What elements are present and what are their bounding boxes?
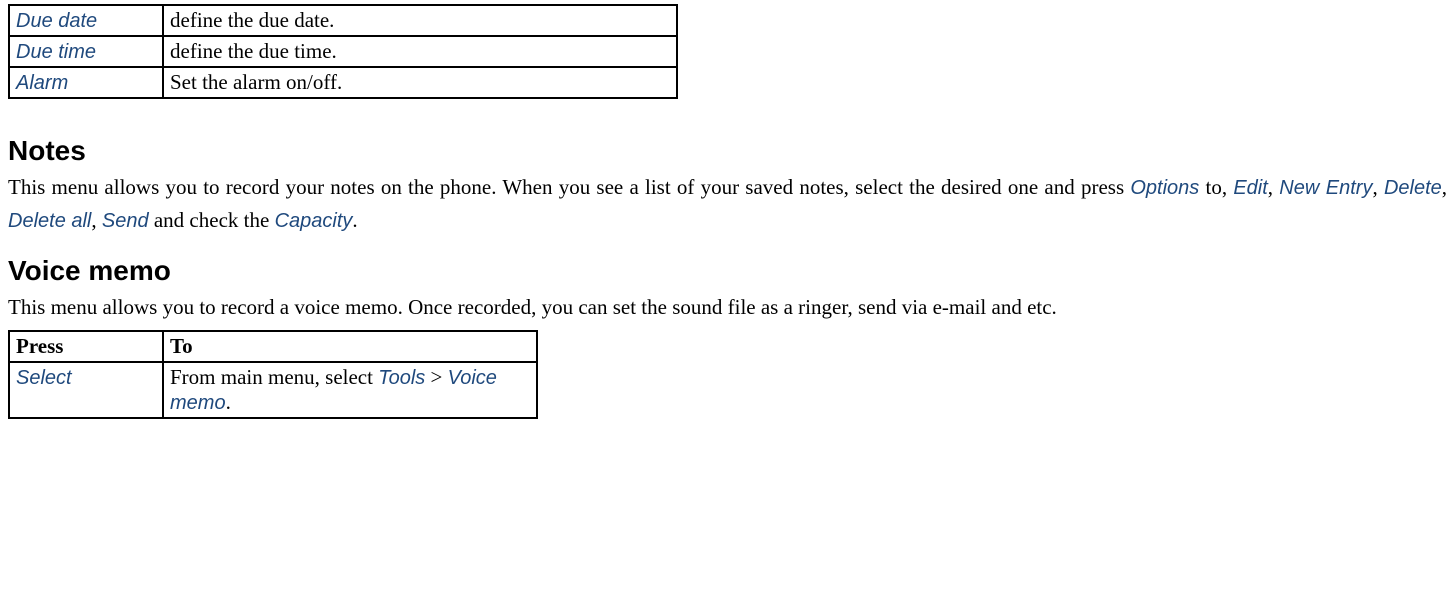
delete-label: Delete [1384, 177, 1442, 199]
voice-memo-paragraph: This menu allows you to record a voice m… [8, 291, 1447, 324]
row-desc: Set the alarm on/off. [170, 70, 342, 94]
voice-memo-heading: Voice memo [8, 255, 1447, 287]
table-row: Alarm Set the alarm on/off. [9, 67, 677, 98]
press-header: Press [16, 334, 63, 358]
row-desc: define the due time. [170, 39, 337, 63]
breadcrumb-separator: > [425, 365, 447, 389]
table-row: Select From main menu, select Tools > Vo… [9, 362, 537, 418]
delete-all-label: Delete all [8, 210, 91, 232]
options-label: Options [1130, 177, 1199, 199]
capacity-label: Capacity [275, 210, 353, 232]
tools-label: Tools [378, 367, 425, 389]
separator: , [91, 208, 102, 232]
voice-desc-tail: . [226, 390, 231, 414]
separator: , [1268, 175, 1279, 199]
row-label: Due date [16, 10, 97, 32]
notes-text: This menu allows you to record your note… [8, 175, 1130, 199]
row-desc: define the due date. [170, 8, 334, 32]
row-label: Alarm [16, 72, 68, 94]
notes-paragraph: This menu allows you to record your note… [8, 171, 1447, 237]
row-label: Due time [16, 41, 96, 63]
send-label: Send [102, 210, 149, 232]
notes-text: to, [1206, 175, 1234, 199]
voice-memo-table: Press To Select From main menu, select T… [8, 330, 538, 419]
table-row: Due time define the due time. [9, 36, 677, 67]
separator: , [1372, 175, 1383, 199]
definitions-table: Due date define the due date. Due time d… [8, 4, 678, 99]
select-label: Select [16, 367, 72, 389]
to-header: To [170, 334, 193, 358]
notes-text: . [352, 208, 357, 232]
new-entry-label: New Entry [1279, 177, 1372, 199]
table-row: Due date define the due date. [9, 5, 677, 36]
table-header-row: Press To [9, 331, 537, 362]
edit-label: Edit [1233, 177, 1267, 199]
separator: , [1442, 175, 1447, 199]
notes-text: and check the [154, 208, 275, 232]
voice-desc-text: From main menu, select [170, 365, 378, 389]
notes-heading: Notes [8, 135, 1447, 167]
